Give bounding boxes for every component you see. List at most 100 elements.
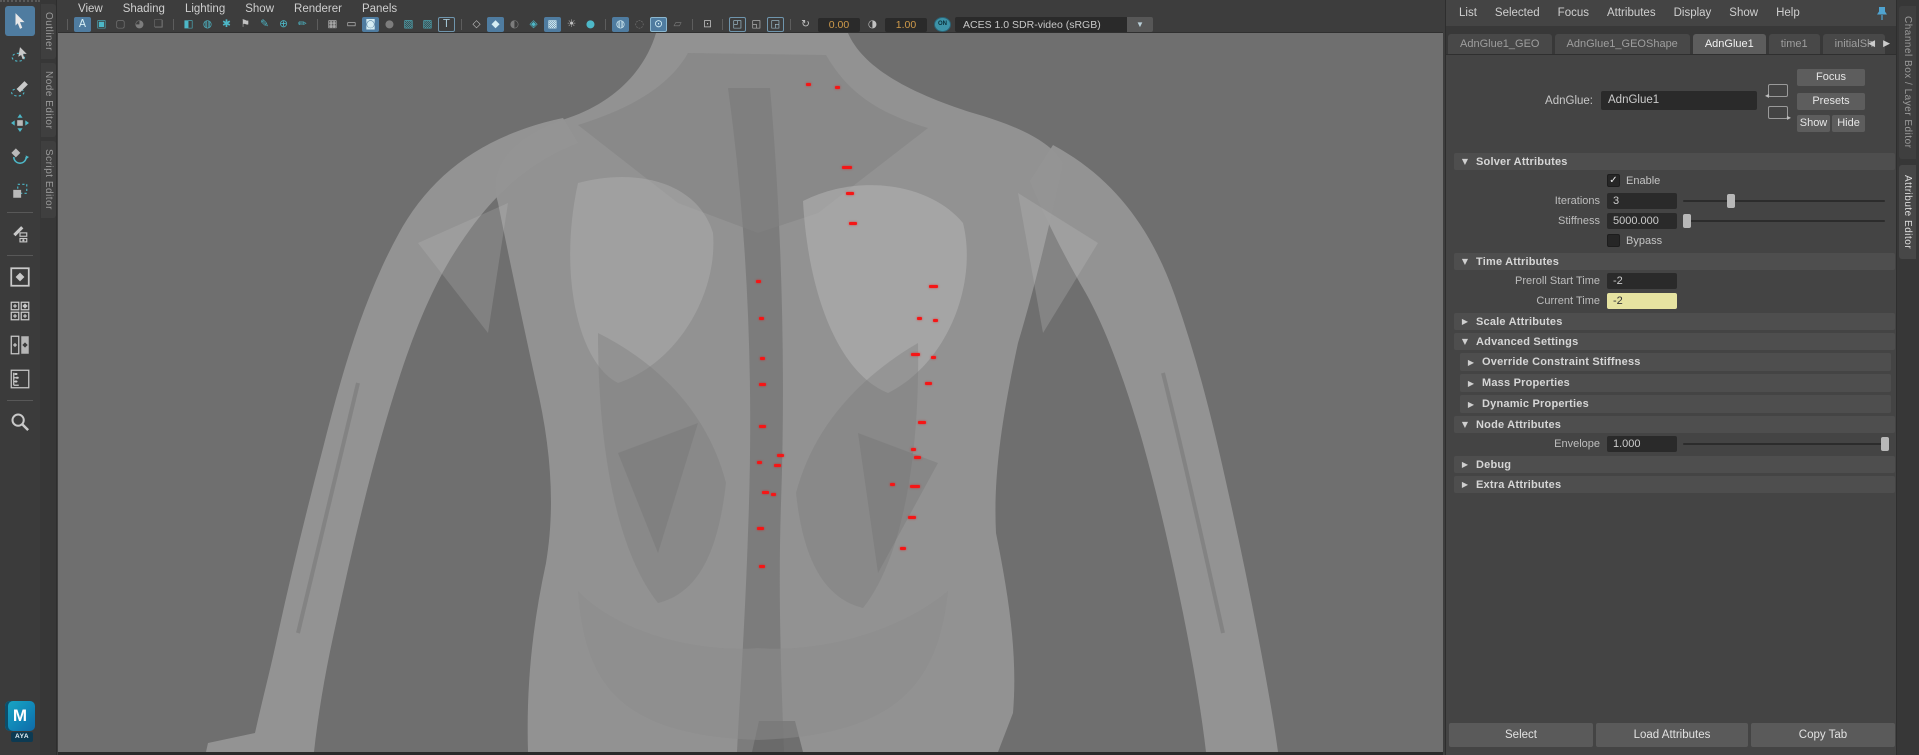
layout-single-pane[interactable] [5,262,35,292]
exposure-field[interactable]: 0.00 [818,18,860,32]
checker-material-icon[interactable]: ▩ [544,17,561,32]
paint-effects-tool[interactable] [5,219,35,249]
envelope-slider[interactable] [1683,443,1885,445]
show-button[interactable]: Show [1797,115,1830,132]
select-button[interactable]: Select [1449,723,1593,747]
gate-mask-icon[interactable]: ● [381,17,398,32]
menu-renderer[interactable]: Renderer [284,3,352,15]
connect-input-icon[interactable]: ◂ [1768,84,1788,97]
ae-menu-focus[interactable]: Focus [1549,7,1598,19]
hud-icon[interactable]: T [438,17,455,32]
tab-adnglue1[interactable]: AdnGlue1 [1693,34,1766,54]
camera-attributes-icon[interactable]: ✱ [218,17,235,32]
image-stack-icon[interactable]: ❏ [150,17,167,32]
select-tool[interactable] [5,6,35,36]
color-wheel-icon[interactable]: ◕ [131,17,148,32]
slider-handle[interactable] [1881,437,1889,451]
pan-zoom-icon[interactable]: ⊕ [275,17,292,32]
move-tool[interactable] [5,108,35,138]
stiffness-field[interactable]: 5000.000 [1607,213,1677,229]
slider-handle[interactable] [1683,214,1691,228]
color-management-toggle[interactable]: ON [934,17,951,32]
lights-icon[interactable]: ☀ [563,17,580,32]
xray-active-icon[interactable]: ◲ [767,17,784,32]
section-header-node-attributes[interactable]: ▼Node Attributes [1454,416,1895,433]
xray-joints-icon[interactable]: ◱ [748,17,765,32]
depth-peel-icon[interactable]: ▱ [669,17,686,32]
layout-two-pane[interactable] [5,330,35,360]
node-name-field[interactable]: AdnGlue1 [1601,91,1757,110]
copy-tab-button[interactable]: Copy Tab [1751,723,1895,747]
section-header-override-constraint-stiffness[interactable]: ▶Override Constraint Stiffness [1460,353,1891,371]
isolate-select-icon[interactable]: ⊡ [699,17,716,32]
stiffness-slider[interactable] [1683,220,1885,222]
lock-camera-icon[interactable]: ◍ [199,17,216,32]
wireframe-icon[interactable]: ◇ [468,17,485,32]
ae-menu-display[interactable]: Display [1665,7,1721,19]
preroll-start-time-field[interactable]: -2 [1607,273,1677,289]
paint-ball-icon[interactable]: ● [582,17,599,32]
half-shade-icon[interactable]: ◐ [506,17,523,32]
menu-lighting[interactable]: Lighting [175,3,235,15]
panel-tab-node-editor[interactable]: Node Editor [41,63,56,137]
section-header-dynamic-properties[interactable]: ▶Dynamic Properties [1460,395,1891,413]
scale-tool[interactable] [5,176,35,206]
gamma-field[interactable]: 1.00 [885,18,927,32]
tab-adnglue1-geo[interactable]: AdnGlue1_GEO [1448,34,1552,54]
xray-icon[interactable]: ◰ [729,17,746,32]
ae-menu-selected[interactable]: Selected [1486,7,1549,19]
frame-icon[interactable]: ▣ [93,17,110,32]
image-plane-icon[interactable]: ▨ [419,17,436,32]
annotate-pencil-icon[interactable]: ✏ [294,17,311,32]
layout-outliner-persp[interactable] [5,364,35,394]
exposure-icon[interactable]: ↻ [797,17,814,32]
film-gate-icon[interactable]: ▭ [343,17,360,32]
grid-icon[interactable]: ▦ [324,17,341,32]
current-time-field[interactable]: -2 [1607,293,1677,309]
panel-tab-channel-box-layer-editor[interactable]: Channel Box / Layer Editor [1899,6,1916,159]
smooth-shade-icon[interactable]: ◆ [487,17,504,32]
panel-tab-outliner[interactable]: Outliner [41,4,56,59]
shadows-icon[interactable]: ◍ [612,17,629,32]
letter-a-icon[interactable]: A [74,17,91,32]
field-chart-icon[interactable]: ▧ [400,17,417,32]
ambient-occlusion-icon[interactable]: ⊙ [650,17,667,32]
tab-adnglue1-geoshape[interactable]: AdnGlue1_GEOShape [1555,34,1690,54]
menu-view[interactable]: View [68,3,113,15]
ae-menu-attributes[interactable]: Attributes [1598,7,1665,19]
bypass-checkbox[interactable] [1607,234,1620,247]
section-header-extra-attributes[interactable]: ▶Extra Attributes [1454,476,1895,493]
panel-tab-attribute-editor[interactable]: Attribute Editor [1899,165,1916,259]
tab-scroll-left-icon[interactable]: ◀ [1864,38,1879,49]
ae-menu-help[interactable]: Help [1767,7,1809,19]
tab-time1[interactable]: time1 [1769,34,1820,54]
ae-menu-show[interactable]: Show [1720,7,1767,19]
gamma-icon[interactable]: ◑ [864,17,881,32]
resolution-gate-icon[interactable]: ◙ [362,17,379,32]
panel-tab-script-editor[interactable]: Script Editor [41,141,56,218]
iterations-field[interactable]: 3 [1607,193,1677,209]
pin-icon[interactable] [1876,6,1888,26]
motion-blur-icon[interactable]: ◌ [631,17,648,32]
presets-button[interactable]: Presets [1797,93,1865,110]
viewport-canvas[interactable] [58,33,1443,752]
layout-four-pane[interactable] [5,296,35,326]
view-transform-dropdown[interactable]: ACES 1.0 SDR-video (sRGB) [955,17,1127,32]
menu-show[interactable]: Show [235,3,284,15]
section-header-scale-attributes[interactable]: ▶Scale Attributes [1454,313,1895,330]
enable-checkbox[interactable]: ✓ [1607,174,1620,187]
textured-icon[interactable]: ◈ [525,17,542,32]
section-header-time-attributes[interactable]: ▼Time Attributes [1454,253,1895,270]
menu-panels[interactable]: Panels [352,3,407,15]
rotate-tool[interactable] [5,142,35,172]
menu-shading[interactable]: Shading [113,3,175,15]
section-header-mass-properties[interactable]: ▶Mass Properties [1460,374,1891,392]
dropdown-arrow-icon[interactable]: ▼ [1127,17,1153,32]
ae-menu-list[interactable]: List [1450,7,1486,19]
section-header-advanced-settings[interactable]: ▼Advanced Settings [1454,333,1895,350]
grease-pencil-icon[interactable]: ✎ [256,17,273,32]
tab-scroll-right-icon[interactable]: ▶ [1879,38,1894,49]
load-attributes-button[interactable]: Load Attributes [1596,723,1748,747]
connect-output-icon[interactable]: ▸ [1768,106,1788,119]
iterations-slider[interactable] [1683,200,1885,202]
